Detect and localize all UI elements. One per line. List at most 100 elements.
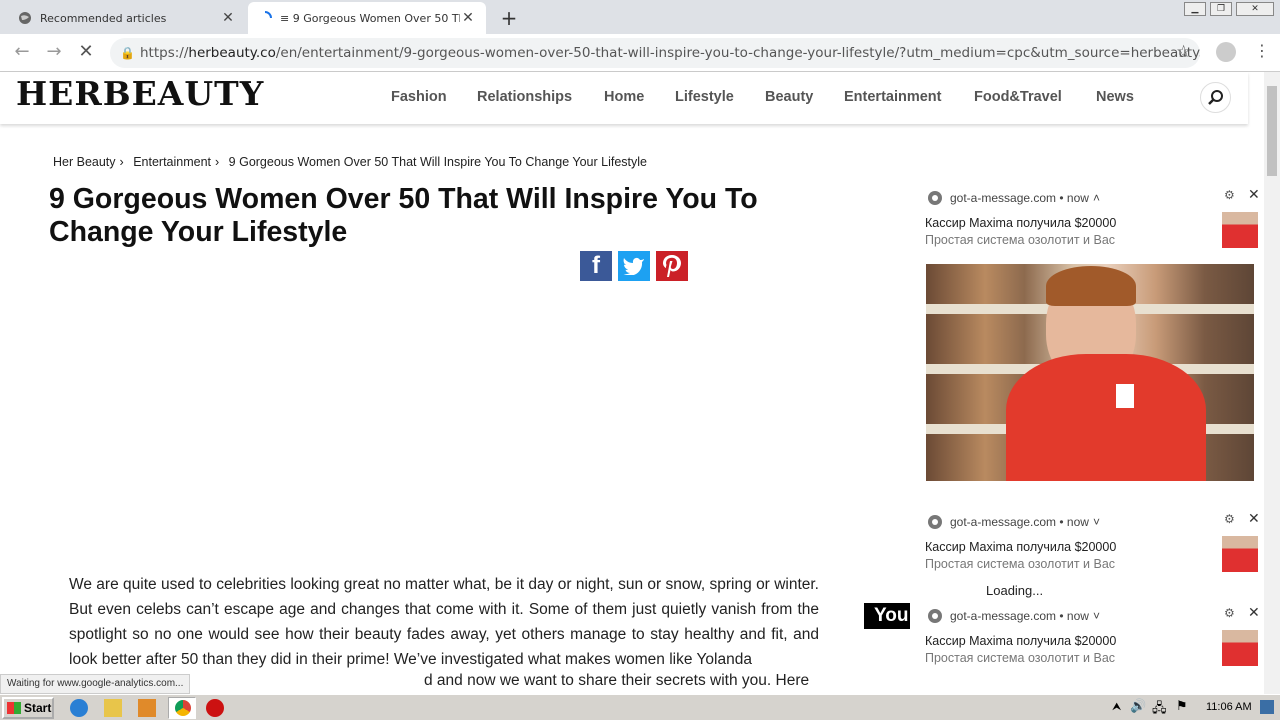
notification-image <box>926 264 1254 481</box>
nav-beauty[interactable]: Beauty <box>765 89 813 105</box>
chrome-icon <box>928 609 942 623</box>
tab-recommended-articles[interactable]: Recommended articles ✕ <box>8 2 246 34</box>
back-button[interactable]: ← <box>10 42 34 64</box>
close-icon[interactable]: ✕ <box>1248 186 1260 203</box>
loading-spinner-icon <box>258 11 272 25</box>
notification-source: got-a-message.com • now ˄ <box>928 191 1100 205</box>
bookmark-star-icon[interactable]: ☆ <box>1176 42 1191 62</box>
search-button[interactable] <box>1200 82 1231 113</box>
nav-entertainment[interactable]: Entertainment <box>844 89 942 105</box>
article-body-tail: d and now we want to share their secrets… <box>424 672 810 689</box>
breadcrumb-current: 9 Gorgeous Women Over 50 That Will Inspi… <box>228 155 647 169</box>
url-scheme: https:// <box>140 45 189 61</box>
chrome-icon <box>928 515 942 529</box>
nav-relationships[interactable]: Relationships <box>477 89 572 105</box>
forward-button[interactable]: → <box>42 42 66 64</box>
show-desktop-icon[interactable] <box>1260 700 1274 714</box>
media-player-icon[interactable] <box>138 699 156 717</box>
gear-icon[interactable]: ⚙ <box>1224 606 1235 620</box>
gear-icon[interactable]: ⚙ <box>1224 512 1235 526</box>
scrollbar-thumb[interactable] <box>1267 86 1277 176</box>
notification-title: Кассир Maxima получила $20000 <box>925 216 1117 230</box>
opera-icon[interactable] <box>206 699 224 717</box>
article-title: 9 Gorgeous Women Over 50 That Will Inspi… <box>49 183 758 248</box>
close-tab-icon[interactable]: ✕ <box>460 10 476 26</box>
push-notification[interactable]: got-a-message.com • now ˅ ⚙ ✕ Кассир Max… <box>918 508 1264 578</box>
facebook-icon: f <box>592 252 600 279</box>
twitter-icon <box>623 257 644 275</box>
new-tab-button[interactable]: + <box>498 6 520 30</box>
tray-arrow-icon[interactable]: ⮝ <box>1112 700 1121 714</box>
close-icon[interactable]: ✕ <box>1248 510 1260 527</box>
nav-food-travel[interactable]: Food&Travel <box>974 89 1062 105</box>
close-icon[interactable]: ✕ <box>1248 604 1260 621</box>
tab-bar: Recommended articles ✕ ≡ 9 Gorgeous Wome… <box>0 0 1280 34</box>
notification-title: Кассир Maxima получила $20000 <box>925 634 1117 648</box>
close-tab-icon[interactable]: ✕ <box>220 10 236 26</box>
url-path: /en/entertainment/9-gorgeous-women-over-… <box>275 45 1200 61</box>
breadcrumb-item[interactable]: Her Beauty <box>53 155 116 169</box>
notification-source-text: got-a-message.com • now <box>950 609 1089 623</box>
nav-lifestyle[interactable]: Lifestyle <box>675 89 734 105</box>
url-host: herbeauty.co <box>188 45 276 61</box>
notification-body: Простая система озолотит и Вас <box>925 557 1116 571</box>
tab-current-article[interactable]: ≡ 9 Gorgeous Women Over 50 That ✕ <box>248 2 486 34</box>
facebook-share-button[interactable]: f <box>580 251 612 281</box>
close-window-button[interactable]: ✕ <box>1236 2 1274 16</box>
nav-fashion[interactable]: Fashion <box>391 89 447 105</box>
taskbar: Start ⮝ 🔊 🖧 ⚑ 11:06 AM <box>0 694 1280 720</box>
chrome-icon <box>175 700 191 716</box>
notification-thumbnail <box>1222 212 1258 248</box>
notification-body: Простая система озолотит и Вас <box>925 233 1116 247</box>
breadcrumb-separator: › <box>119 155 124 169</box>
pinterest-icon <box>663 255 681 277</box>
breadcrumb-separator: › <box>215 155 220 169</box>
search-icon <box>1207 89 1223 105</box>
push-notification[interactable]: got-a-message.com • now ˅ ⚙ ✕ Кассир Max… <box>918 602 1264 672</box>
notification-title: Кассир Maxima получила $20000 <box>925 540 1117 554</box>
url-field[interactable]: 🔒 https://herbeauty.co/en/entertainment/… <box>110 38 1200 68</box>
address-bar: ← → ✕ 🔒 https://herbeauty.co/en/entertai… <box>0 34 1280 72</box>
volume-icon[interactable]: 🔊 <box>1130 699 1146 714</box>
page-scrollbar[interactable] <box>1264 72 1280 696</box>
notification-body: Простая система озолотит и Вас <box>925 651 1116 665</box>
loading-text: Loading... <box>986 583 1044 598</box>
pinterest-share-button[interactable] <box>656 251 688 281</box>
tab-title: ≡ 9 Gorgeous Women Over 50 That <box>280 11 460 25</box>
notification-source-text: got-a-message.com • now <box>950 515 1089 529</box>
nav-home[interactable]: Home <box>604 89 644 105</box>
minimize-button[interactable]: ▁ <box>1184 2 1206 16</box>
gear-icon[interactable]: ⚙ <box>1224 188 1235 202</box>
article-body: We are quite used to celebrities looking… <box>69 576 819 668</box>
start-button[interactable]: Start <box>2 697 54 719</box>
stop-loading-button[interactable]: ✕ <box>74 42 98 64</box>
site-logo[interactable]: HerBeauty <box>16 74 264 113</box>
windows-logo-icon <box>7 702 21 714</box>
chrome-icon <box>928 191 942 205</box>
maximize-button[interactable]: ❐ <box>1210 2 1232 16</box>
chrome-taskbar-button[interactable] <box>168 697 196 719</box>
profile-avatar[interactable] <box>1216 42 1236 62</box>
push-notification-expanded[interactable]: got-a-message.com • now ˄ ⚙ ✕ Кассир Max… <box>918 184 1264 489</box>
tab-title: Recommended articles <box>40 11 167 25</box>
start-label: Start <box>24 701 52 715</box>
globe-icon <box>18 11 32 25</box>
flag-icon[interactable]: ⚑ <box>1176 699 1188 714</box>
chevron-up-icon[interactable]: ˄ <box>1093 191 1100 205</box>
chevron-down-icon[interactable]: ˅ <box>1093 609 1100 623</box>
notification-source: got-a-message.com • now ˅ <box>928 609 1100 623</box>
chevron-down-icon[interactable]: ˅ <box>1093 515 1100 529</box>
you-label: You <box>864 603 910 629</box>
internet-explorer-icon[interactable] <box>70 699 88 717</box>
breadcrumb-item[interactable]: Entertainment <box>133 155 211 169</box>
lock-icon[interactable]: 🔒 <box>120 38 135 68</box>
menu-kebab-icon[interactable]: ⋮ <box>1254 41 1270 60</box>
site-header: HerBeauty Fashion Relationships Home Lif… <box>0 72 1248 124</box>
notification-source-text: got-a-message.com • now <box>950 191 1089 205</box>
nav-news[interactable]: News <box>1096 89 1134 105</box>
notification-source: got-a-message.com • now ˅ <box>928 515 1100 529</box>
network-icon[interactable]: 🖧 <box>1152 699 1167 721</box>
folder-icon[interactable] <box>104 699 122 717</box>
twitter-share-button[interactable] <box>618 251 650 281</box>
notification-thumbnail <box>1222 630 1258 666</box>
